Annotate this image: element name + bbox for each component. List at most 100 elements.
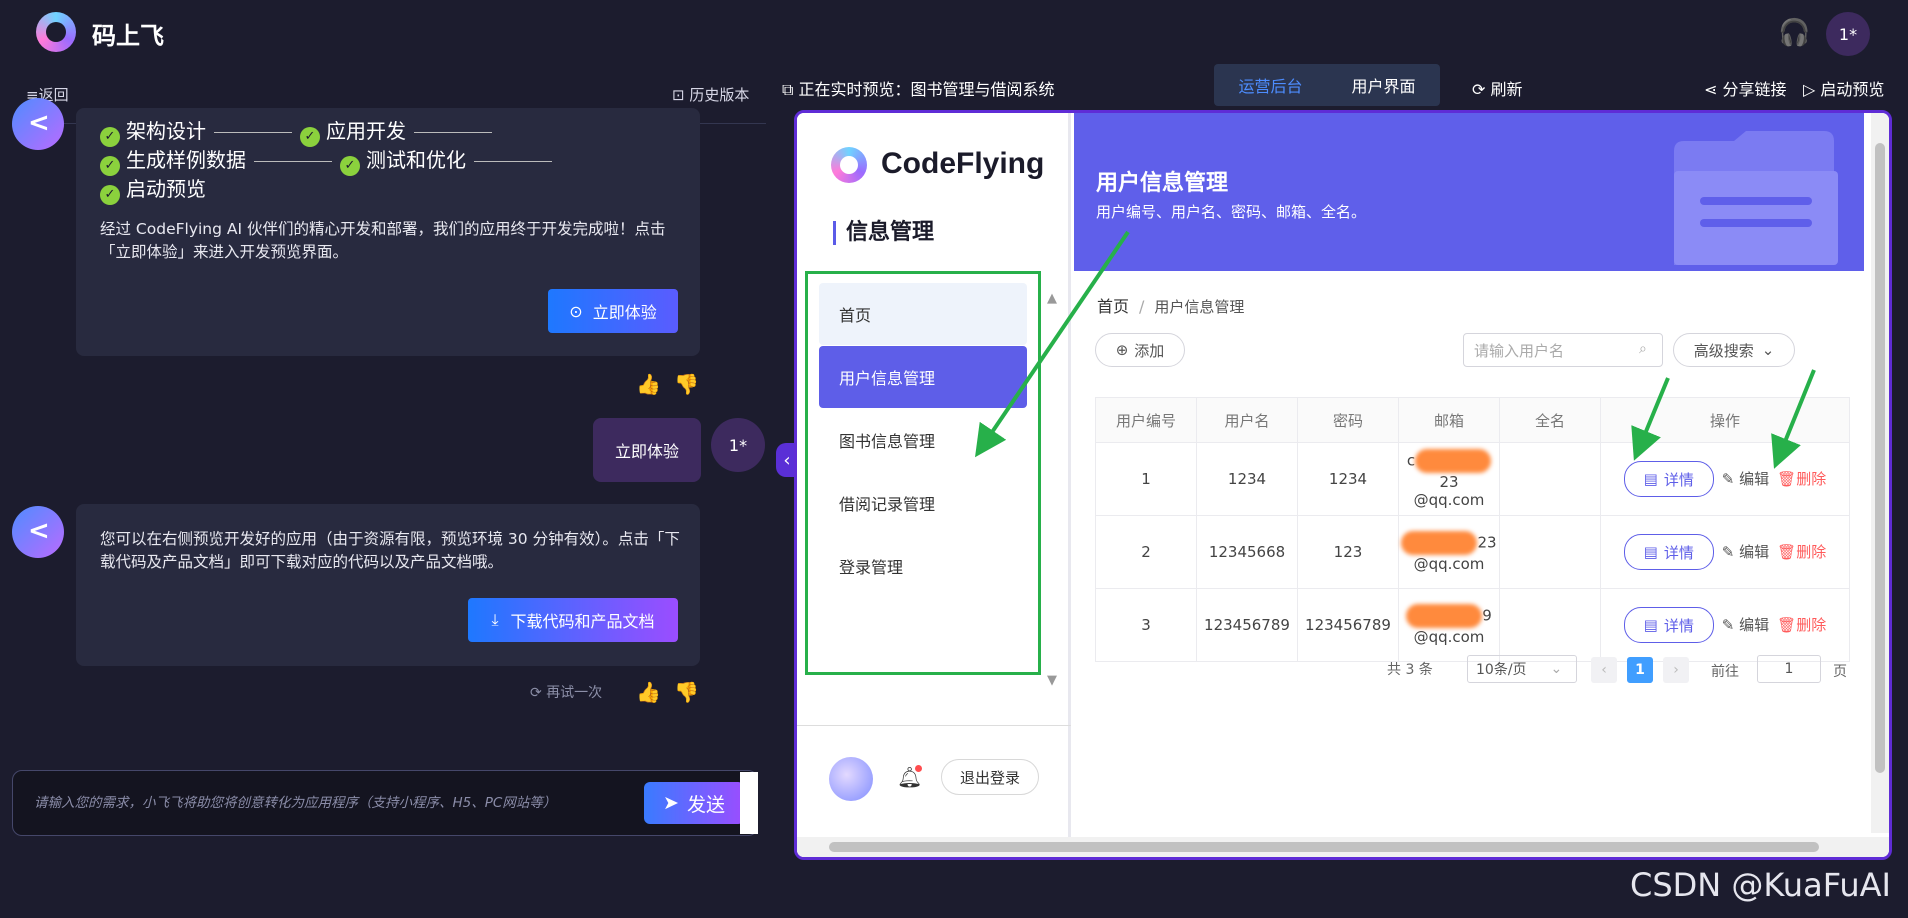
logout-button[interactable]: 退出登录 xyxy=(941,759,1039,795)
cell-password: 1234 xyxy=(1297,442,1399,516)
step-label: 生成样例数据 xyxy=(126,148,246,172)
column-header: 密码 xyxy=(1297,397,1399,443)
check-icon: ✓ xyxy=(340,156,360,176)
sidebar-item-home[interactable]: 首页 xyxy=(819,283,1027,345)
detail-button[interactable]: ▤ 详情 xyxy=(1623,461,1714,497)
cell-fullname xyxy=(1499,588,1601,662)
chevron-left-icon: ‹ xyxy=(783,449,791,471)
preview-frame: CodeFlying 信息管理 首页 用户信息管理 图书信息管理 借阅记录管理 … xyxy=(794,110,1892,860)
avatar[interactable] xyxy=(829,757,873,801)
page-banner: 用户信息管理 用户编号、用户名、密码、邮箱、全名。 xyxy=(1074,113,1864,271)
top-bar xyxy=(0,0,1908,64)
page-subtitle: 用户编号、用户名、密码、邮箱、全名。 xyxy=(1096,203,1367,221)
table-row: 1 1234 1234 c 23 @qq.com ▤ 详情 ✎ 编辑 🗑︎删除 xyxy=(1095,442,1850,516)
breadcrumb: 首页 / 用户信息管理 xyxy=(1097,293,1244,317)
history-label: 历史版本 xyxy=(689,86,750,104)
start-preview-button[interactable]: ▷ 启动预览 xyxy=(1803,76,1884,100)
sidebar-item-user-info[interactable]: 用户信息管理 xyxy=(819,346,1027,408)
app-logo-icon xyxy=(36,12,76,52)
cell-fullname xyxy=(1499,515,1601,589)
tab-user-view[interactable]: 用户界面 xyxy=(1327,64,1440,106)
horizontal-scrollbar[interactable] xyxy=(797,837,1889,857)
preview-icon: ⧉ xyxy=(782,80,799,99)
cell-id: 1 xyxy=(1095,442,1197,516)
app-sidebar: CodeFlying 信息管理 首页 用户信息管理 图书信息管理 借阅记录管理 … xyxy=(797,113,1071,857)
email-domain: @qq.com xyxy=(1413,491,1485,509)
headset-icon[interactable]: 🎧 xyxy=(1778,18,1810,48)
scrollbar-thumb[interactable] xyxy=(829,842,1819,852)
cell-username: 1234 xyxy=(1196,442,1298,516)
scrollbar-thumb[interactable] xyxy=(1875,143,1885,773)
scroll-up-icon[interactable]: ▲ xyxy=(1047,291,1057,306)
divider xyxy=(797,725,1071,726)
goto-page-input[interactable]: 1 xyxy=(1757,655,1821,683)
breadcrumb-separator: / xyxy=(1139,297,1145,316)
sidebar-item-login[interactable]: 登录管理 xyxy=(819,535,1027,597)
search-input[interactable]: 请输入用户名 xyxy=(1463,333,1663,367)
prev-page-button[interactable]: ‹ xyxy=(1591,657,1617,683)
check-icon: ✓ xyxy=(100,127,120,147)
add-button[interactable]: ⊕ 添加 xyxy=(1095,333,1185,367)
app-title: 码上飞 xyxy=(92,22,164,50)
cell-email: 9 @qq.com xyxy=(1398,588,1500,662)
download-label: 下载代码和产品文档 xyxy=(510,612,655,631)
cell-id: 3 xyxy=(1095,588,1197,662)
next-page-button[interactable]: › xyxy=(1663,657,1689,683)
input-scrollbar[interactable] xyxy=(740,772,758,834)
sidebar-item-book-info[interactable]: 图书信息管理 xyxy=(819,409,1027,471)
download-code-button[interactable]: ⤓ 下载代码和产品文档 xyxy=(468,598,678,642)
detail-button[interactable]: ▤ 详情 xyxy=(1623,534,1714,570)
bot-avatar xyxy=(12,98,64,150)
tab-admin[interactable]: 运营后台 xyxy=(1214,64,1327,106)
send-button[interactable]: ➤ 发送 xyxy=(644,782,744,824)
edit-button[interactable]: ✎ 编辑 xyxy=(1722,543,1769,561)
step-label: 应用开发 xyxy=(326,119,406,143)
breadcrumb-home[interactable]: 首页 xyxy=(1097,297,1129,316)
column-header: 邮箱 xyxy=(1398,397,1500,443)
advanced-search-button[interactable]: 高级搜索 ⌄ xyxy=(1673,333,1795,367)
history-version-button[interactable]: ⊡ 历史版本 xyxy=(672,84,749,105)
bot-avatar xyxy=(12,506,64,558)
breadcrumb-current: 用户信息管理 xyxy=(1154,298,1245,316)
thumbs-down-icon[interactable]: 👎 xyxy=(674,372,699,396)
user-avatar[interactable]: 1* xyxy=(1826,12,1870,56)
retry-button[interactable]: ⟳ 再试一次 xyxy=(530,682,602,702)
share-link-button[interactable]: ⋖ 分享链接 xyxy=(1704,76,1787,100)
sidebar-item-borrow-records[interactable]: 借阅记录管理 xyxy=(819,472,1027,534)
thumbs-up-icon[interactable]: 👍 xyxy=(636,372,661,396)
refresh-button[interactable]: ⟳ 刷新 xyxy=(1472,76,1523,100)
retry-icon: ⟳ xyxy=(530,685,547,701)
vertical-scrollbar[interactable] xyxy=(1871,113,1889,833)
thumbs-up-icon[interactable]: 👍 xyxy=(636,680,661,704)
scroll-down-icon[interactable]: ▼ xyxy=(1047,673,1057,688)
search-icon[interactable]: ⌕ xyxy=(1639,341,1647,357)
delete-button[interactable]: 🗑︎删除 xyxy=(1777,470,1826,488)
thumbs-down-icon[interactable]: 👎 xyxy=(674,680,699,704)
email-fragment: c xyxy=(1406,451,1416,470)
detail-label: 详情 xyxy=(1663,470,1694,489)
page-number[interactable]: 1 xyxy=(1627,657,1653,683)
detail-button[interactable]: ▤ 详情 xyxy=(1623,607,1714,643)
cell-username: 12345668 xyxy=(1196,515,1298,589)
delete-button[interactable]: 🗑︎删除 xyxy=(1777,616,1826,634)
page-size-select[interactable]: 10条/页 ⌄ xyxy=(1467,655,1577,683)
plus-icon: ⊕ xyxy=(1115,341,1129,359)
cell-username: 123456789 xyxy=(1196,588,1298,662)
trash-icon: 🗑︎ xyxy=(1777,616,1797,634)
step-label: 启动预览 xyxy=(126,177,206,201)
column-header: 全名 xyxy=(1499,397,1601,443)
detail-label: 详情 xyxy=(1663,543,1694,562)
user-table: 用户编号 用户名 密码 邮箱 全名 操作 1 1234 1234 c23 @qq.… xyxy=(1095,397,1850,662)
delete-button[interactable]: 🗑︎删除 xyxy=(1777,543,1826,561)
column-header: 用户名 xyxy=(1196,397,1298,443)
preview-label: ⧉ 正在实时预览：图书管理与借阅系统 xyxy=(782,76,1055,100)
retry-label: 再试一次 xyxy=(546,685,603,701)
try-now-button[interactable]: ⊙ 立即体验 xyxy=(548,289,678,333)
progress-steps: ✓ 架构设计 ✓ 应用开发 ✓ 生成样例数据 ✓ 测试和优化 ✓ 启动预览 xyxy=(100,118,680,205)
page-title: 用户信息管理 xyxy=(1096,171,1229,196)
bot-message-text-2: 您可以在右侧预览开发好的应用（由于资源有限，预览环境 30 分钟有效）。点击「下… xyxy=(100,530,680,571)
cell-password: 123 xyxy=(1297,515,1399,589)
edit-button[interactable]: ✎ 编辑 xyxy=(1722,470,1769,488)
email-domain: @qq.com xyxy=(1413,555,1485,573)
edit-button[interactable]: ✎ 编辑 xyxy=(1722,616,1769,634)
